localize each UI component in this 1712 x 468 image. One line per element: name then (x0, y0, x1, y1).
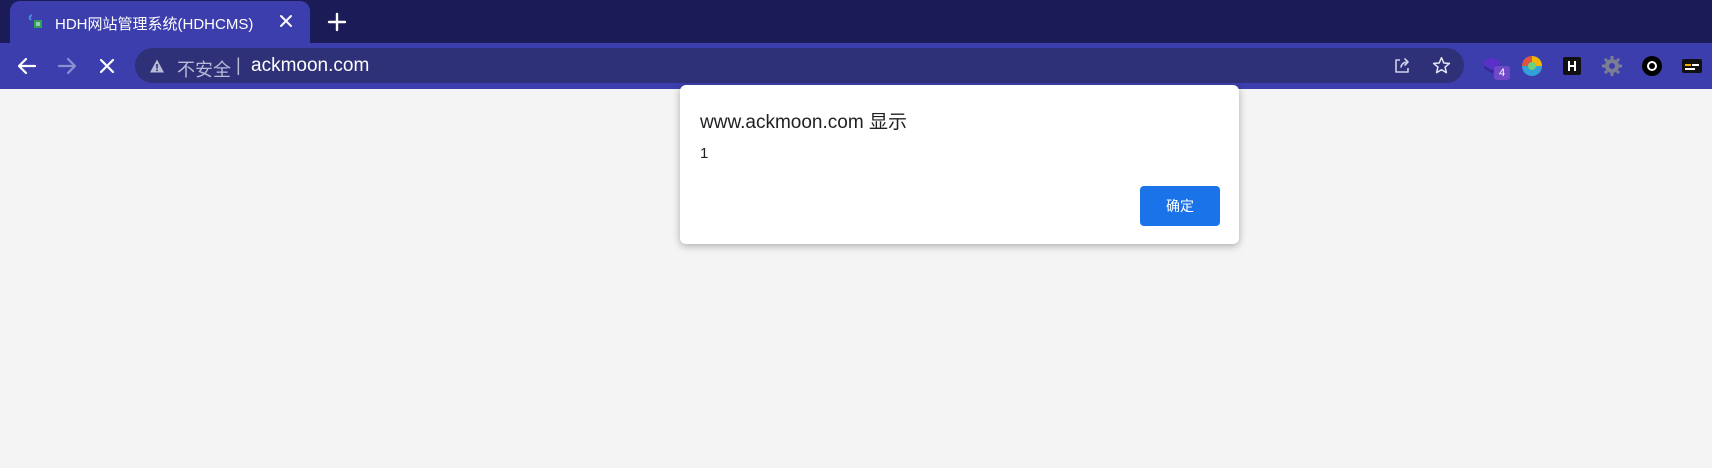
security-status-label[interactable]: 不安全 (177, 56, 231, 82)
warning-icon[interactable] (149, 58, 165, 74)
extension-h-icon[interactable] (1560, 54, 1584, 78)
extension-layers-icon[interactable]: 4 (1480, 54, 1510, 80)
url-text[interactable]: ackmoon.com (251, 55, 369, 77)
forward-icon[interactable] (55, 54, 79, 78)
tab-strip: HDH网站管理系统(HDHCMS) (0, 0, 1712, 43)
browser-toolbar: 不安全 | ackmoon.com 4 (0, 43, 1712, 89)
extension-circle-icon[interactable] (1640, 54, 1664, 78)
dialog-message: 1 (700, 145, 709, 162)
browser-tab[interactable]: HDH网站管理系统(HDHCMS) (10, 1, 310, 43)
bookmark-star-icon[interactable] (1431, 55, 1452, 76)
stop-loading-icon[interactable] (95, 54, 119, 78)
extension-terminal-icon[interactable] (1680, 54, 1704, 78)
ok-button[interactable]: 确定 (1140, 186, 1220, 226)
extension-colorful-icon[interactable] (1520, 54, 1544, 78)
site-favicon-icon (28, 14, 42, 28)
extension-badge: 4 (1494, 66, 1510, 80)
security-separator: | (236, 55, 241, 75)
new-tab-icon[interactable] (326, 11, 348, 33)
dialog-title: www.ackmoon.com 显示 (700, 112, 907, 133)
alert-dialog: www.ackmoon.com 显示 1 确定 (680, 85, 1239, 244)
address-bar[interactable]: 不安全 | ackmoon.com (135, 48, 1464, 83)
share-icon[interactable] (1392, 56, 1412, 76)
back-icon[interactable] (15, 54, 39, 78)
tab-title: HDH网站管理系统(HDHCMS) (55, 16, 254, 33)
close-tab-icon[interactable] (276, 11, 296, 31)
extension-gear-icon[interactable] (1600, 54, 1624, 78)
